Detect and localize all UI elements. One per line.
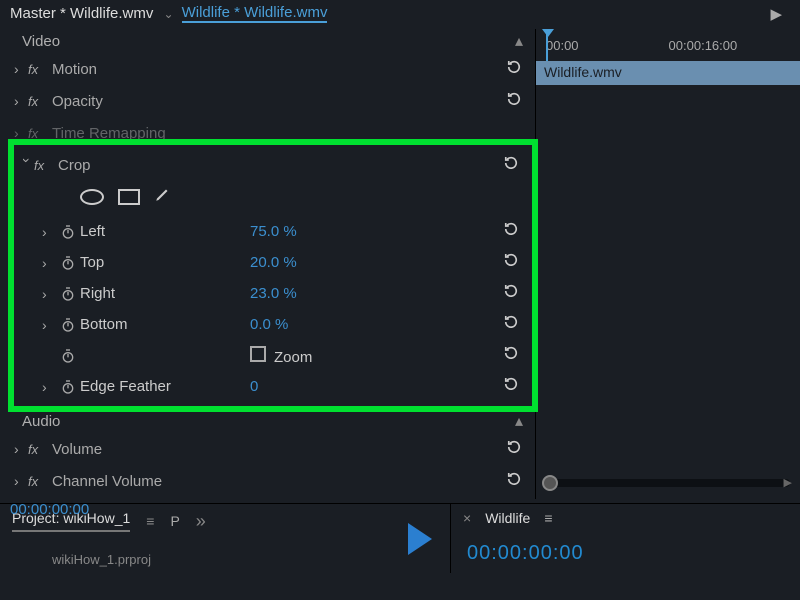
- stopwatch-icon[interactable]: [56, 348, 80, 364]
- reset-icon[interactable]: [505, 58, 523, 81]
- rectangle-mask-button[interactable]: [118, 189, 140, 205]
- param-label: Bottom: [80, 316, 250, 333]
- param-value[interactable]: 20.0 %: [250, 254, 370, 271]
- fx-icon: fx: [28, 442, 52, 457]
- tab-master-label: Master * Wildlife.wmv: [10, 5, 153, 22]
- reset-icon[interactable]: [502, 375, 520, 398]
- time-ruler[interactable]: 00:00 00:00:16:00: [536, 29, 800, 61]
- reset-icon[interactable]: [502, 313, 520, 336]
- panel-menu-icon[interactable]: ≡: [544, 510, 552, 526]
- pen-mask-button[interactable]: [154, 185, 172, 208]
- expand-icon[interactable]: ›: [14, 61, 28, 77]
- fx-icon: fx: [34, 158, 58, 173]
- expand-icon[interactable]: ›: [42, 224, 56, 240]
- stopwatch-icon[interactable]: [56, 224, 80, 240]
- project-file[interactable]: wikiHow_1.prproj: [12, 532, 378, 567]
- expand-icon[interactable]: ›: [42, 317, 56, 333]
- reset-icon[interactable]: [502, 251, 520, 274]
- reset-icon[interactable]: [502, 220, 520, 243]
- reset-icon[interactable]: [505, 90, 523, 113]
- scrollbar-thumb[interactable]: [542, 475, 558, 491]
- effect-row-motion[interactable]: › fx Motion: [0, 53, 535, 85]
- param-edge-feather: › Edge Feather 0: [14, 371, 532, 402]
- expand-icon[interactable]: ›: [42, 286, 56, 302]
- horizontal-scrollbar[interactable]: ▶: [542, 479, 790, 487]
- section-video-label: Video: [22, 33, 60, 50]
- effect-row-channel-volume[interactable]: › fx Channel Volume: [0, 465, 535, 497]
- param-value[interactable]: 23.0 %: [250, 285, 370, 302]
- param-label: Left: [80, 223, 250, 240]
- param-top: › Top 20.0 %: [14, 247, 532, 278]
- timecode[interactable]: 00:00:00:00: [0, 497, 535, 522]
- param-label: Edge Feather: [80, 378, 250, 395]
- stopwatch-icon[interactable]: [56, 286, 80, 302]
- expand-icon[interactable]: ›: [14, 441, 28, 457]
- timeline-clip[interactable]: Wildlife.wmv: [536, 61, 800, 85]
- chevron-down-icon[interactable]: ⌄: [164, 7, 174, 21]
- param-left: › Left 75.0 %: [14, 216, 532, 247]
- expand-icon[interactable]: ›: [42, 255, 56, 271]
- play-icon[interactable]: ▶: [770, 5, 782, 23]
- tab-master[interactable]: Master * Wildlife.wmv ⌄: [10, 5, 174, 22]
- collapse-icon[interactable]: ›: [19, 158, 35, 172]
- reset-icon[interactable]: [502, 344, 520, 367]
- playhead[interactable]: [546, 29, 548, 61]
- program-timecode[interactable]: 00:00:00:00: [463, 526, 788, 565]
- zoom-label: Zoom: [274, 349, 312, 366]
- effect-label: Motion: [52, 61, 97, 78]
- reset-icon[interactable]: [502, 282, 520, 305]
- play-button[interactable]: [408, 523, 432, 555]
- fx-icon: fx: [28, 474, 52, 489]
- crop-effect-highlight: › fx Crop › Left 75.0 % › Top: [8, 139, 538, 412]
- effect-crop-label: Crop: [58, 157, 91, 174]
- section-audio-label: Audio: [22, 413, 60, 430]
- scroll-right-icon[interactable]: ▶: [784, 476, 792, 489]
- param-label: Right: [80, 285, 250, 302]
- param-value[interactable]: 0.0 %: [250, 316, 370, 333]
- effect-label: Channel Volume: [52, 473, 162, 490]
- zoom-checkbox[interactable]: [250, 346, 266, 362]
- fx-icon: fx: [28, 62, 52, 77]
- effect-controls-panel: Video ▴ › fx Motion › fx Opacity › fx Ti…: [0, 29, 535, 499]
- expand-icon[interactable]: ›: [42, 379, 56, 395]
- timeline-panel: 00:00 00:00:16:00 Wildlife.wmv ▶: [535, 29, 800, 499]
- param-value[interactable]: 75.0 %: [250, 223, 370, 240]
- param-zoom: › Zoom: [14, 340, 532, 371]
- scroll-up-icon[interactable]: ▴: [515, 31, 523, 51]
- effect-label: Volume: [52, 441, 102, 458]
- reset-icon[interactable]: [505, 438, 523, 461]
- tick-label: 00:00: [546, 38, 579, 53]
- fx-icon: fx: [28, 94, 52, 109]
- stopwatch-icon[interactable]: [56, 255, 80, 271]
- effect-row-opacity[interactable]: › fx Opacity: [0, 85, 535, 117]
- stopwatch-icon[interactable]: [56, 317, 80, 333]
- tab-clip[interactable]: Wildlife * Wildlife.wmv: [182, 4, 328, 23]
- effect-label: Opacity: [52, 93, 103, 110]
- stopwatch-icon[interactable]: [56, 379, 80, 395]
- param-bottom: › Bottom 0.0 %: [14, 309, 532, 340]
- effect-row-volume[interactable]: › fx Volume: [0, 433, 535, 465]
- reset-icon[interactable]: [502, 154, 520, 177]
- ellipse-mask-button[interactable]: [80, 189, 104, 205]
- reset-icon[interactable]: [505, 470, 523, 493]
- expand-icon[interactable]: ›: [14, 93, 28, 109]
- expand-icon[interactable]: ›: [14, 473, 28, 489]
- scroll-up-icon[interactable]: ▴: [515, 411, 523, 431]
- param-label: Top: [80, 254, 250, 271]
- tick-label: 00:00:16:00: [669, 38, 738, 53]
- param-right: › Right 23.0 %: [14, 278, 532, 309]
- param-value[interactable]: 0: [250, 378, 370, 395]
